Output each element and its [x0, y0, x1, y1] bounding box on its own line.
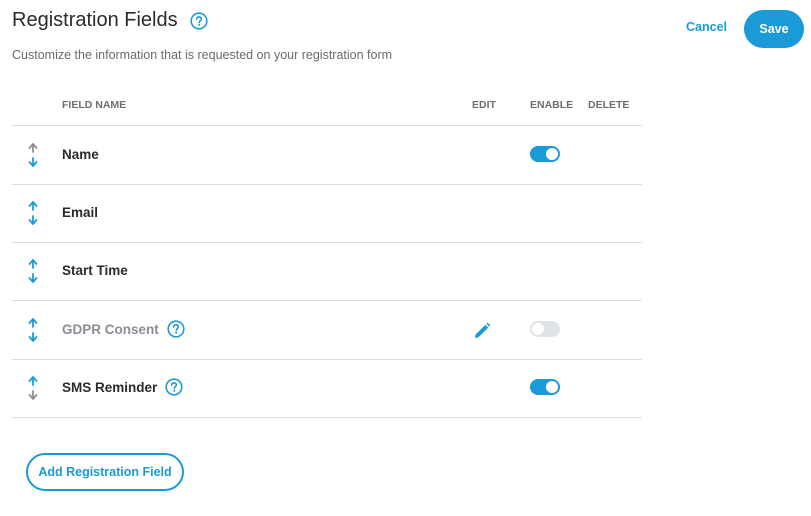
- field-name-label: Start Time: [62, 263, 128, 278]
- table-row: Email: [12, 184, 642, 243]
- column-header-enable: ENABLE: [530, 99, 574, 111]
- toggle-knob: [546, 381, 558, 393]
- table-row: SMS Reminder: [12, 359, 642, 418]
- enable-toggle[interactable]: [530, 379, 560, 395]
- table-row: Name: [12, 126, 642, 185]
- cancel-button[interactable]: Cancel: [686, 20, 727, 34]
- drag-handle-icon[interactable]: [26, 200, 40, 226]
- page-subtitle: Customize the information that is reques…: [12, 48, 393, 62]
- toggle-knob: [546, 148, 558, 160]
- field-name-label: SMS Reminder: [62, 380, 158, 395]
- help-circle-icon[interactable]: [190, 12, 208, 35]
- save-button[interactable]: Save: [744, 10, 804, 48]
- table-row: Start Time: [12, 242, 642, 301]
- field-name-label: Email: [62, 205, 99, 220]
- help-circle-icon[interactable]: [165, 378, 183, 401]
- drag-handle-icon[interactable]: [26, 317, 40, 343]
- drag-handle-icon[interactable]: [26, 258, 40, 284]
- drag-handle-icon[interactable]: [26, 142, 40, 168]
- column-header-field-name: FIELD NAME: [62, 99, 127, 111]
- column-header-edit: EDIT: [472, 99, 496, 111]
- table-row: GDPR Consent: [12, 301, 642, 360]
- enable-toggle[interactable]: [530, 146, 560, 162]
- toggle-knob: [532, 323, 544, 335]
- drag-handle-icon[interactable]: [26, 375, 40, 401]
- help-circle-icon[interactable]: [167, 320, 185, 343]
- column-header-delete: DELETE: [588, 99, 630, 111]
- pencil-icon[interactable]: [472, 321, 492, 341]
- add-registration-field-button[interactable]: Add Registration Field: [26, 453, 184, 491]
- field-name-label: Name: [62, 147, 99, 162]
- page-title: Registration Fields: [12, 9, 178, 31]
- enable-toggle[interactable]: [530, 321, 560, 337]
- field-name-label: GDPR Consent: [62, 322, 159, 337]
